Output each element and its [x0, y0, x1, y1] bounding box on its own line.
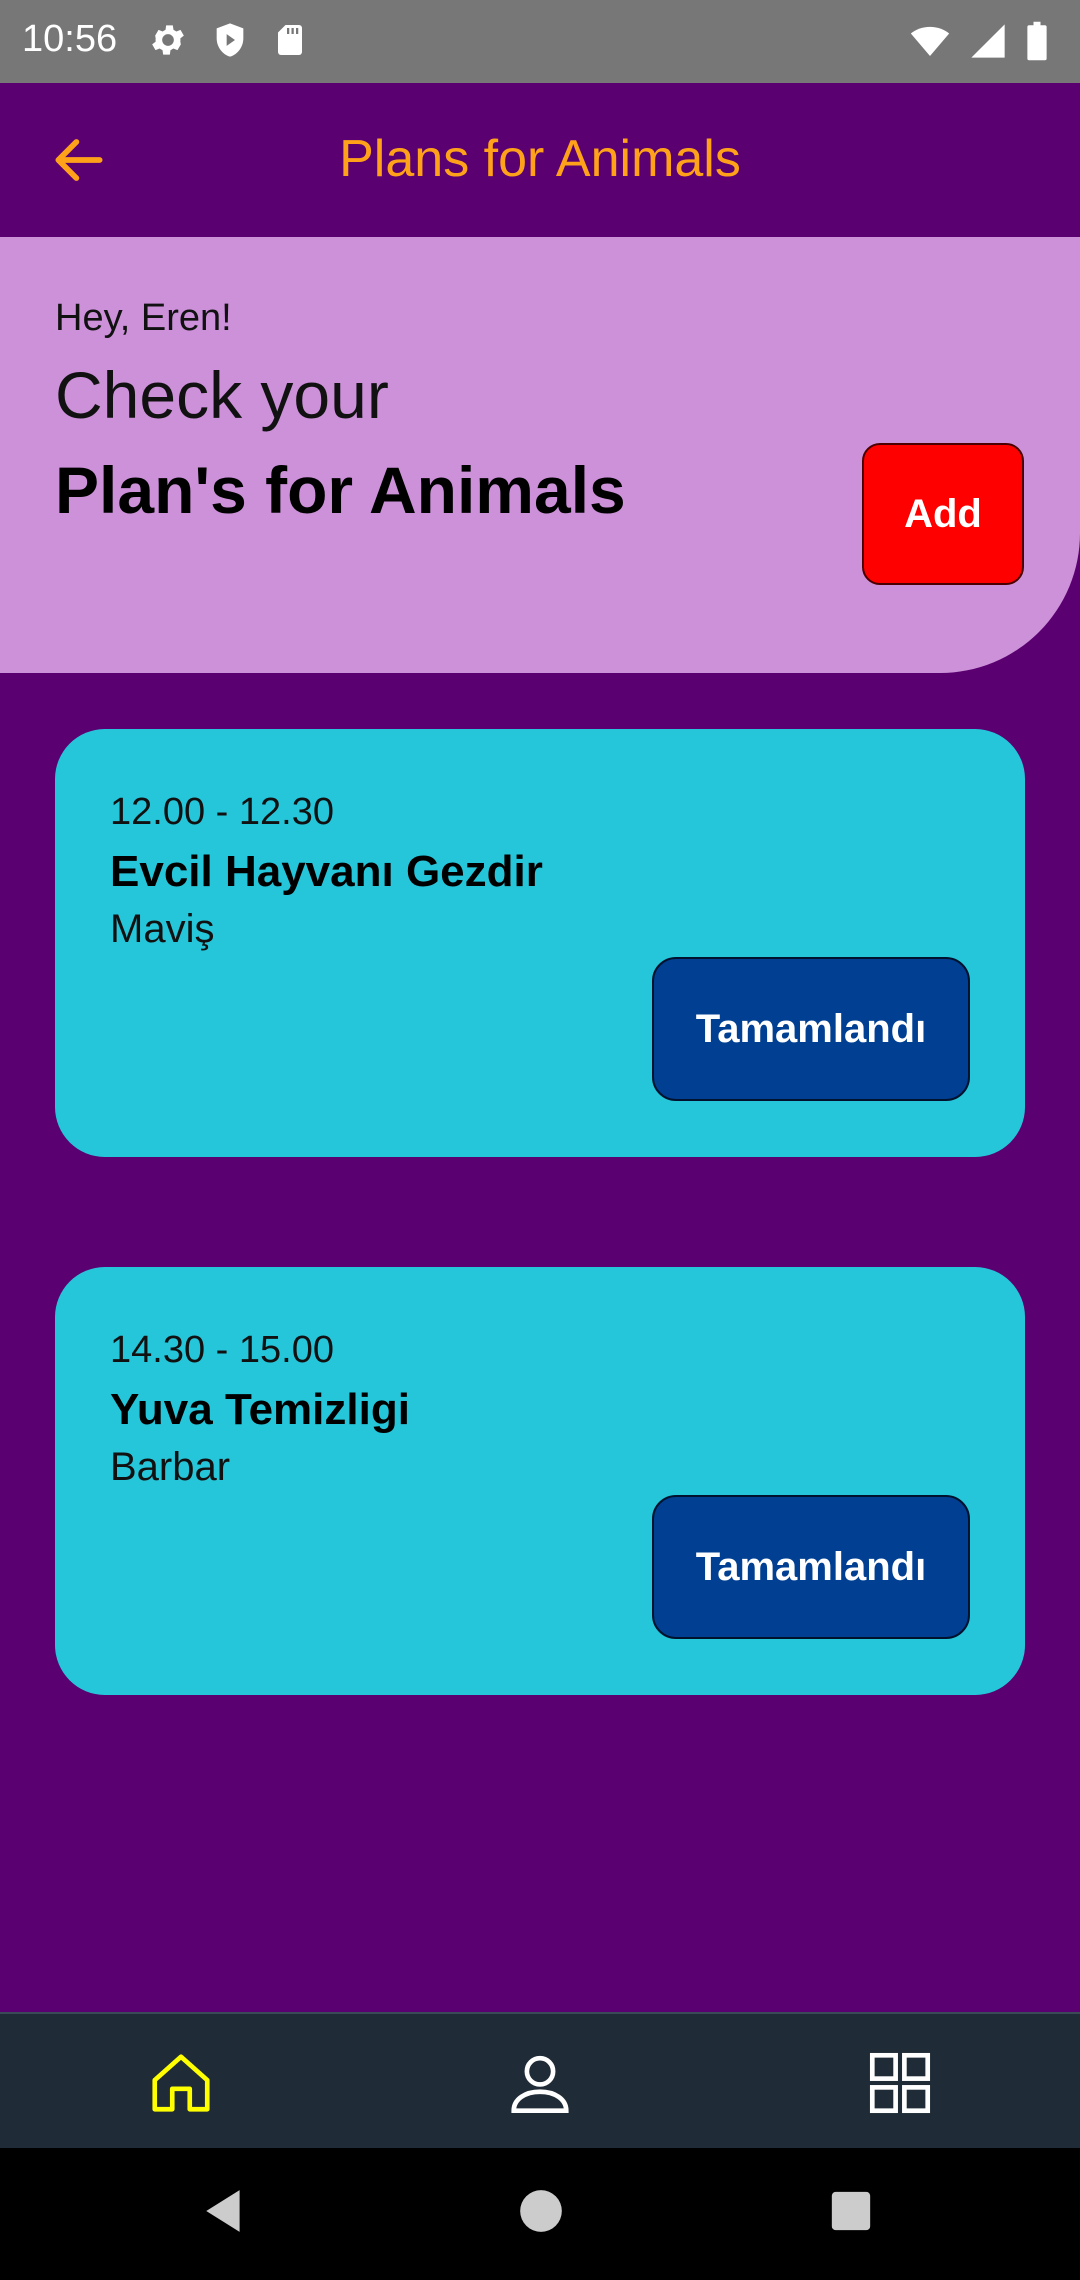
wifi-icon: [910, 26, 950, 56]
battery-icon: [1027, 21, 1047, 61]
home-icon: [152, 2054, 210, 2112]
system-nav-bar: [0, 2148, 1080, 2280]
headline-line-1: Check your: [55, 358, 389, 432]
header-card: Hey, Eren! Check your Plan's for Animals…: [0, 237, 1080, 673]
gear-icon: [152, 25, 184, 55]
plan-title: Evcil Hayvanı Gezdir: [110, 847, 543, 896]
signal-icon: [971, 24, 1005, 58]
plan-animal-name: Barbar: [110, 1445, 231, 1489]
grid-icon: [869, 2052, 931, 2114]
plan-animal-name: Maviş: [110, 907, 215, 951]
status-left-icons: [148, 20, 308, 60]
home-circle-icon[interactable]: [516, 2186, 566, 2236]
nav-profile[interactable]: [505, 2048, 575, 2118]
status-time: 10:56: [22, 18, 118, 60]
plan-card: 12.00 - 12.30 Evcil Hayvanı Gezdir Maviş…: [55, 729, 1025, 1157]
status-bar: 10:56: [0, 0, 1080, 83]
page-title: Plans for Animals: [339, 130, 741, 188]
plan-card: 14.30 - 15.00 Yuva Temizligi Barbar Tama…: [55, 1267, 1025, 1695]
status-right-icons: [908, 20, 1050, 62]
bottom-nav: [0, 2012, 1080, 2148]
person-icon: [511, 2055, 569, 2114]
complete-button[interactable]: Tamamlandı: [652, 957, 970, 1101]
greeting-text: Hey, Eren!: [55, 297, 232, 339]
back-triangle-icon[interactable]: [200, 2186, 250, 2236]
app-bar: Plans for Animals: [0, 83, 1080, 237]
shield-icon: [216, 23, 244, 57]
sd-card-icon: [278, 25, 302, 55]
plan-time: 14.30 - 15.00: [110, 1329, 334, 1371]
headline-line-2: Plan's for Animals: [55, 453, 626, 527]
add-plan-button[interactable]: Add: [862, 443, 1024, 585]
plan-time: 12.00 - 12.30: [110, 791, 334, 833]
nav-home[interactable]: [146, 2048, 216, 2118]
recents-square-icon[interactable]: [828, 2186, 874, 2236]
plan-title: Yuva Temizligi: [110, 1385, 410, 1434]
complete-button[interactable]: Tamamlandı: [652, 1495, 970, 1639]
nav-menu[interactable]: [865, 2048, 935, 2118]
